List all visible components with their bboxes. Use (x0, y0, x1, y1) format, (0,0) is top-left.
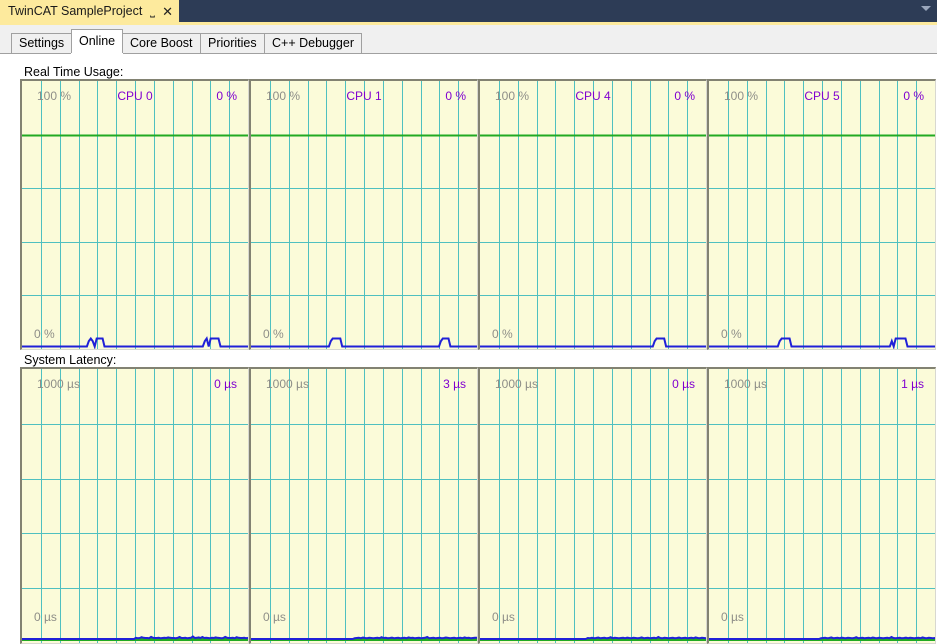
chart-plot-area (251, 81, 477, 349)
system-latency-chart[interactable]: 1000 µs 0 µs 0 µs (478, 367, 707, 644)
system-latency-chart[interactable]: 1000 µs 0 µs 0 µs (20, 367, 249, 644)
system-latency-chart[interactable]: 1000 µs 0 µs 3 µs (249, 367, 478, 644)
system-latency-chart[interactable]: 1000 µs 0 µs 1 µs (707, 367, 936, 644)
tab-label: Online (79, 34, 116, 49)
realtime-usage-chart[interactable]: 100 % 0 % CPU 40 % (478, 79, 707, 350)
tab-strip: Settings Online Core Boost Priorities C+… (0, 25, 937, 54)
tab-cpp-debugger[interactable]: C++ Debugger (264, 33, 363, 53)
tab-label: Settings (19, 36, 65, 51)
real-time-usage-label: Real Time Usage: (24, 65, 124, 79)
tab-label: Core Boost (130, 36, 193, 51)
title-bar: TwinCAT SampleProject ⎵ ✕ (0, 0, 937, 22)
system-latency-label: System Latency: (24, 353, 117, 367)
realtime-usage-chart[interactable]: 100 % 0 % CPU 50 % (707, 79, 936, 350)
document-tab[interactable]: TwinCAT SampleProject ⎵ ✕ (0, 0, 180, 22)
close-icon[interactable]: ✕ (162, 5, 173, 18)
chart-plot-area (709, 81, 935, 349)
tab-label: Priorities (208, 36, 257, 51)
realtime-usage-chart[interactable]: 100 % 0 % CPU 10 % (249, 79, 478, 350)
tab-online[interactable]: Online (71, 29, 124, 53)
chart-plot-area (480, 369, 706, 643)
chart-plot-area (480, 81, 706, 349)
chevron-down-icon[interactable] (921, 6, 931, 11)
tab-priorities[interactable]: Priorities (200, 33, 265, 53)
chart-plot-area (22, 81, 248, 349)
realtime-usage-chart[interactable]: 100 % 0 % CPU 00 % (20, 79, 249, 350)
tab-label: C++ Debugger (272, 36, 355, 51)
pin-icon[interactable]: ⎵ (150, 4, 155, 18)
tab-core-boost[interactable]: Core Boost (122, 33, 201, 53)
document-tab-label: TwinCAT SampleProject (8, 4, 143, 18)
chart-plot-area (251, 369, 477, 643)
chart-plot-area (22, 369, 248, 643)
online-panel: Real Time Usage: System Latency: 100 % 0 … (0, 54, 937, 644)
tab-settings[interactable]: Settings (11, 33, 73, 53)
chart-plot-area (709, 369, 935, 643)
